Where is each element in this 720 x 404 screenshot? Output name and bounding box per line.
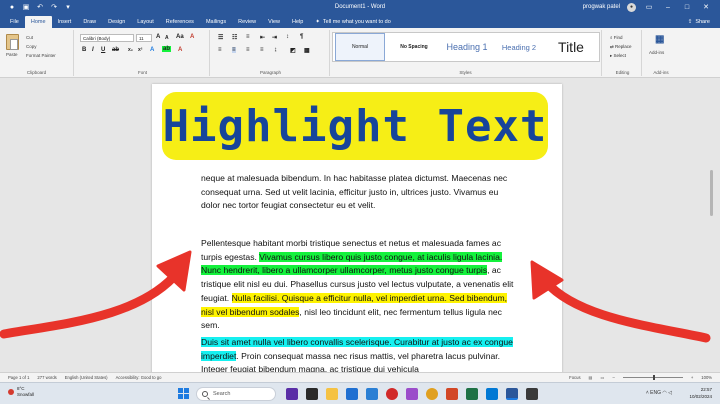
arrows-overlay xyxy=(0,250,711,343)
word-icon[interactable] xyxy=(506,388,518,400)
zoom-out-icon[interactable]: – xyxy=(612,375,614,380)
weather-widget[interactable]: 8°C Snowfall xyxy=(17,386,34,398)
clock-date: 10/02/2024 xyxy=(689,394,712,399)
zoom-thumb[interactable] xyxy=(652,375,655,380)
start-icon[interactable] xyxy=(178,388,189,399)
left-arrow-icon xyxy=(0,250,192,339)
read-mode-icon[interactable]: ▤ xyxy=(589,375,593,380)
status-bar: Page 1 of 1 277 words English (United St… xyxy=(0,372,720,382)
right-arrow-icon xyxy=(530,260,711,343)
language-status[interactable]: English (United States) xyxy=(65,375,108,380)
clock-time: 22:57 xyxy=(700,387,712,392)
volume-icon[interactable]: ◁ xyxy=(668,390,672,396)
excel-icon[interactable] xyxy=(466,388,478,400)
print-layout-icon[interactable]: ▭ xyxy=(601,375,605,380)
windows-taskbar: 8°C Snowfall Search ˄ ENG ◠ ◁ 22:57 10/0… xyxy=(0,382,720,404)
taskbar-search[interactable]: Search xyxy=(196,387,276,401)
vertical-scrollbar[interactable] xyxy=(710,170,713,216)
word-window: ● ▣ ↶ ↷ ▾ Document1 - Word progwak patel… xyxy=(0,0,720,404)
powerpoint-icon[interactable] xyxy=(446,388,458,400)
mail-icon[interactable] xyxy=(486,388,498,400)
tray-language[interactable]: ENG xyxy=(650,390,661,396)
weather-desc: Snowfall xyxy=(17,392,35,397)
task-view-icon[interactable] xyxy=(306,388,318,400)
wifi-icon[interactable]: ◠ xyxy=(662,390,666,396)
vscode-icon[interactable] xyxy=(366,388,378,400)
opera-icon[interactable] xyxy=(386,388,398,400)
chrome-icon[interactable] xyxy=(426,388,438,400)
page-count[interactable]: Page 1 of 1 xyxy=(8,375,29,380)
zoom-in-icon[interactable]: + xyxy=(691,375,693,380)
copilot-icon[interactable] xyxy=(286,388,298,400)
accessibility-status[interactable]: Accessibility: Good to go xyxy=(116,375,162,380)
app-icon[interactable] xyxy=(406,388,418,400)
zoom-level[interactable]: 100% xyxy=(701,375,712,380)
clock[interactable]: 22:57 10/02/2024 xyxy=(689,386,712,400)
system-tray[interactable]: ˄ ENG ◠ ◁ xyxy=(646,390,672,396)
file-explorer-icon[interactable] xyxy=(326,388,338,400)
focus-mode[interactable]: Focus xyxy=(569,375,580,380)
weather-icon[interactable] xyxy=(8,389,14,395)
edge-icon[interactable] xyxy=(346,388,358,400)
search-icon xyxy=(202,391,208,397)
word-count[interactable]: 277 words xyxy=(37,375,56,380)
zoom-slider[interactable] xyxy=(622,375,683,380)
terminal-icon[interactable] xyxy=(526,388,538,400)
search-label: Search xyxy=(213,391,231,397)
